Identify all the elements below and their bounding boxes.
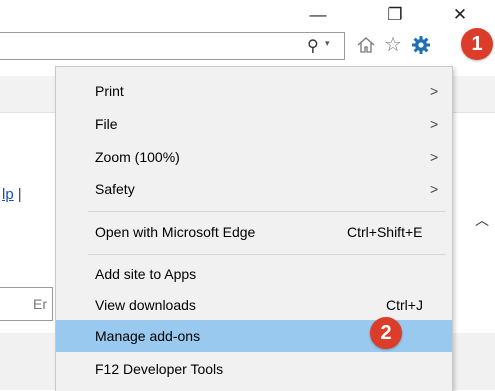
chevron-right-icon: > (430, 116, 439, 132)
menu-item-open-with-edge[interactable]: Open with Microsoft Edge Ctrl+Shift+E (56, 216, 452, 248)
gear-icon[interactable] (411, 35, 431, 55)
shortcut-label: Ctrl+Shift+E (347, 224, 423, 240)
help-link[interactable]: lp | (2, 186, 22, 203)
close-button[interactable]: ✕ (445, 4, 475, 26)
scroll-up-arrow[interactable]: ︿ (475, 210, 489, 230)
step-badge-2: 2 (370, 317, 402, 349)
chevron-down-icon[interactable]: ▾ (325, 38, 330, 49)
menu-item-safety[interactable]: Safety > (56, 173, 452, 205)
chevron-right-icon: > (430, 83, 439, 99)
step-badge-1: 1 (461, 28, 493, 60)
shortcut-label: Ctrl+J (386, 297, 423, 313)
menu-item-zoom[interactable]: Zoom (100%) > (56, 141, 452, 173)
menu-item-file[interactable]: File > (56, 108, 452, 140)
menu-item-view-downloads[interactable]: View downloads Ctrl+J (56, 289, 452, 321)
home-icon[interactable] (356, 35, 376, 55)
chevron-right-icon: > (430, 149, 439, 165)
address-bar[interactable]: ⚲ ▾ (0, 32, 345, 60)
chevron-right-icon: > (430, 181, 439, 197)
search-icon[interactable]: ⚲ (307, 36, 319, 56)
menu-separator (88, 254, 446, 255)
star-icon[interactable]: ☆ (384, 35, 404, 55)
minimize-button[interactable]: — (303, 4, 333, 26)
page-input[interactable]: Er (0, 287, 53, 321)
menu-item-f12-developer-tools[interactable]: F12 Developer Tools (56, 353, 452, 385)
menu-item-add-site-to-apps[interactable]: Add site to Apps (56, 258, 452, 290)
menu-item-print[interactable]: Print > (56, 75, 452, 107)
menu-separator (88, 211, 446, 212)
restore-button[interactable]: ❐ (380, 4, 410, 26)
